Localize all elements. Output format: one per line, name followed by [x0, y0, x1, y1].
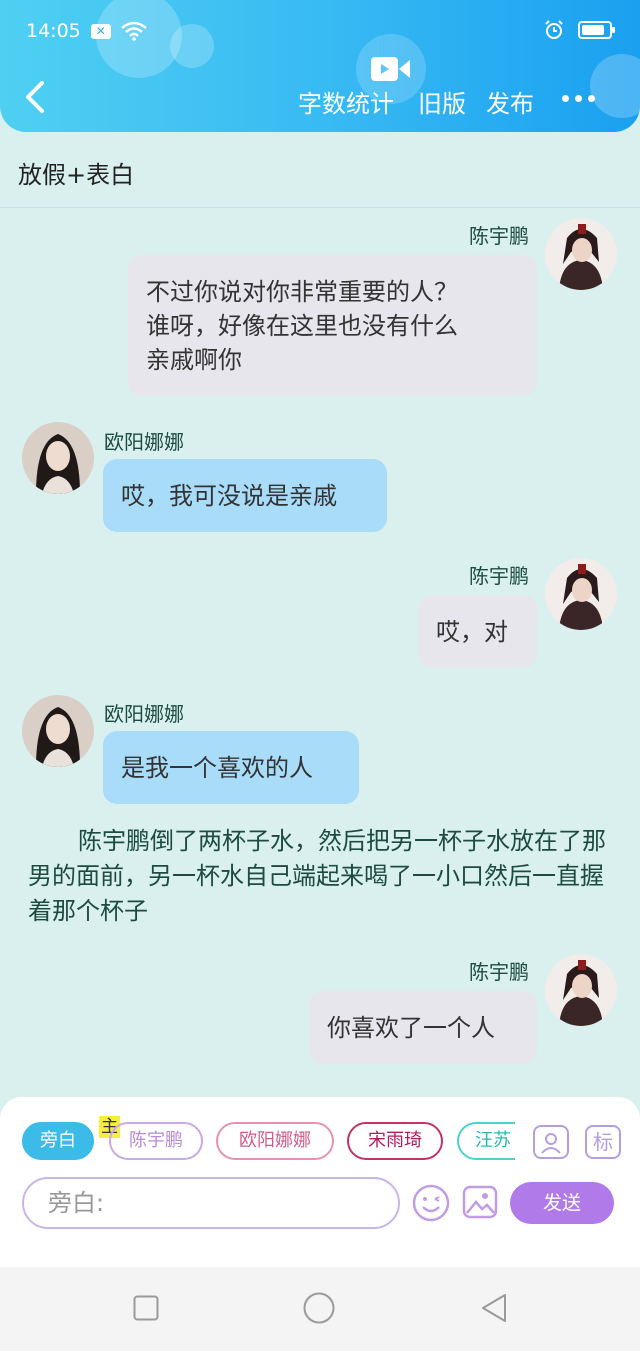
status-right — [544, 20, 615, 40]
message-bubble: 哎，对 — [418, 595, 537, 668]
story-title: 放假+表白 — [18, 161, 135, 189]
avatar-chen-yupeng[interactable] — [545, 954, 617, 1026]
story-title-bar: 放假+表白 — [0, 132, 640, 208]
speaker-name: 陈宇鹏 — [469, 960, 529, 984]
speaker-name: 陈宇鹏 — [469, 564, 529, 588]
message-line: 哎，我可没说是亲戚 — [121, 482, 337, 510]
image-icon[interactable] — [462, 1185, 498, 1219]
decor-bubble — [590, 54, 640, 118]
avatar-chen-yupeng[interactable] — [545, 218, 617, 290]
character-chip-narrator[interactable]: 旁白 — [22, 1122, 94, 1160]
decor-bubble — [170, 24, 214, 68]
battery-icon — [578, 21, 615, 39]
status-left: 14:05 ✕ — [26, 20, 147, 42]
composer-panel: 旁白 主 陈宇鹏 欧阳娜娜 宋雨琦 汪苏 标 旁白: 发送 — [0, 1097, 640, 1267]
back-arrow-icon[interactable] — [24, 80, 46, 114]
message-bubble: 哎，我可没说是亲戚 — [103, 459, 387, 532]
tag-button[interactable]: 标 — [585, 1125, 621, 1159]
message-line: 哎，对 — [436, 618, 508, 646]
send-button[interactable]: 发送 — [510, 1182, 614, 1224]
avatar-ouyang-nana[interactable] — [22, 422, 94, 494]
character-chip-ouyang-nana[interactable]: 欧阳娜娜 — [216, 1122, 334, 1160]
message-bubble: 你喜欢了一个人 — [309, 991, 537, 1064]
app-header: 14:05 ✕ 字数统计 旧版 发布 — [0, 0, 640, 132]
character-chip-song-yuqi[interactable]: 宋雨琦 — [347, 1122, 443, 1160]
more-options-icon[interactable] — [562, 95, 595, 102]
avatar-chen-yupeng[interactable] — [545, 558, 617, 630]
recent-apps-icon[interactable] — [133, 1295, 159, 1321]
publish-link[interactable]: 发布 — [486, 84, 534, 119]
message-line: 你喜欢了一个人 — [327, 1014, 495, 1042]
old-version-link[interactable]: 旧版 — [418, 84, 466, 119]
character-chip-chen-yupeng[interactable]: 陈宇鹏 — [109, 1122, 203, 1160]
system-navigation-bar — [0, 1267, 640, 1351]
message-line: 谁呀，好像在这里也没有什么 — [146, 312, 458, 340]
speaker-name: 欧阳娜娜 — [104, 702, 184, 726]
character-chip-wang-su[interactable]: 汪苏 — [457, 1122, 515, 1160]
speaker-name: 陈宇鹏 — [469, 224, 529, 248]
message-line: 亲戚啊你 — [146, 346, 242, 374]
avatar-ouyang-nana[interactable] — [22, 695, 94, 767]
message-bubble: 不过你说对你非常重要的人？ 谁呀，好像在这里也没有什么 亲戚啊你 — [128, 255, 537, 396]
message-bubble: 是我一个喜欢的人 — [103, 731, 359, 804]
video-camera-icon — [371, 57, 410, 81]
word-count-link[interactable]: 字数统计 — [298, 84, 394, 119]
emoji-icon[interactable] — [412, 1184, 450, 1222]
speaker-name: 欧阳娜娜 — [104, 430, 184, 454]
battery-fill — [582, 25, 604, 35]
message-input[interactable]: 旁白: — [22, 1177, 400, 1229]
back-icon[interactable] — [480, 1293, 508, 1323]
alarm-icon — [545, 20, 563, 39]
narration-text: 陈宇鹏倒了两杯子水，然后把另一杯子水放在了那男的面前，另一杯水自己端起来喝了一小… — [28, 827, 606, 925]
character-select-icon[interactable] — [533, 1125, 569, 1159]
message-line: 不过你说对你非常重要的人？ — [146, 278, 458, 306]
home-icon[interactable] — [303, 1292, 335, 1324]
notification-icon: ✕ — [90, 23, 111, 39]
wifi-icon — [120, 21, 147, 41]
message-line: 是我一个喜欢的人 — [121, 754, 313, 782]
status-time: 14:05 — [26, 20, 81, 42]
